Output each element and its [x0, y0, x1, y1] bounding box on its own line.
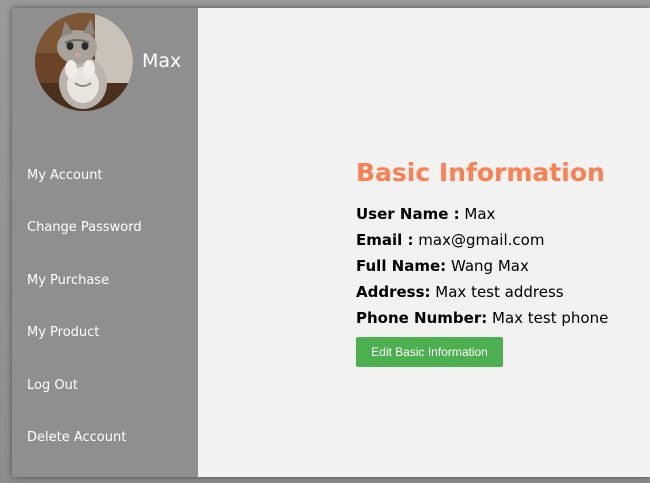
sidebar-item-my-purchase[interactable]: My Purchase — [27, 273, 109, 288]
info-row-email: Email : max@gmail.com — [356, 231, 544, 249]
sidebar-item-change-password[interactable]: Change Password — [27, 220, 142, 235]
field-value: Max test address — [435, 283, 564, 301]
field-value: Max test phone — [492, 309, 609, 327]
sidebar-item-log-out[interactable]: Log Out — [27, 378, 78, 393]
sidebar-username: Max — [142, 50, 182, 72]
field-label: Email : — [356, 231, 414, 249]
info-row-address: Address: Max test address — [356, 283, 564, 301]
app-window: Max My Account Change Password My Purcha… — [12, 8, 650, 477]
field-value: Max — [464, 205, 496, 223]
sidebar-item-my-product[interactable]: My Product — [27, 325, 99, 340]
field-label: Phone Number: — [356, 309, 488, 327]
field-value: max@gmail.com — [418, 231, 545, 249]
page-title: Basic Information — [356, 158, 605, 187]
info-row-username: User Name : Max — [356, 205, 495, 223]
field-label: Address: — [356, 283, 431, 301]
info-row-phone: Phone Number: Max test phone — [356, 309, 608, 327]
cat-photo-icon — [35, 13, 133, 111]
field-label: User Name : — [356, 205, 460, 223]
sidebar-item-delete-account[interactable]: Delete Account — [27, 430, 126, 445]
field-label: Full Name: — [356, 257, 447, 275]
field-value: Wang Max — [450, 257, 529, 275]
screenshot-frame: Max My Account Change Password My Purcha… — [0, 0, 650, 483]
info-row-full-name: Full Name: Wang Max — [356, 257, 529, 275]
sidebar-item-my-account[interactable]: My Account — [27, 168, 103, 183]
avatar[interactable] — [35, 13, 133, 111]
edit-basic-information-button[interactable]: Edit Basic Information — [356, 337, 503, 367]
sidebar: Max My Account Change Password My Purcha… — [12, 8, 198, 477]
